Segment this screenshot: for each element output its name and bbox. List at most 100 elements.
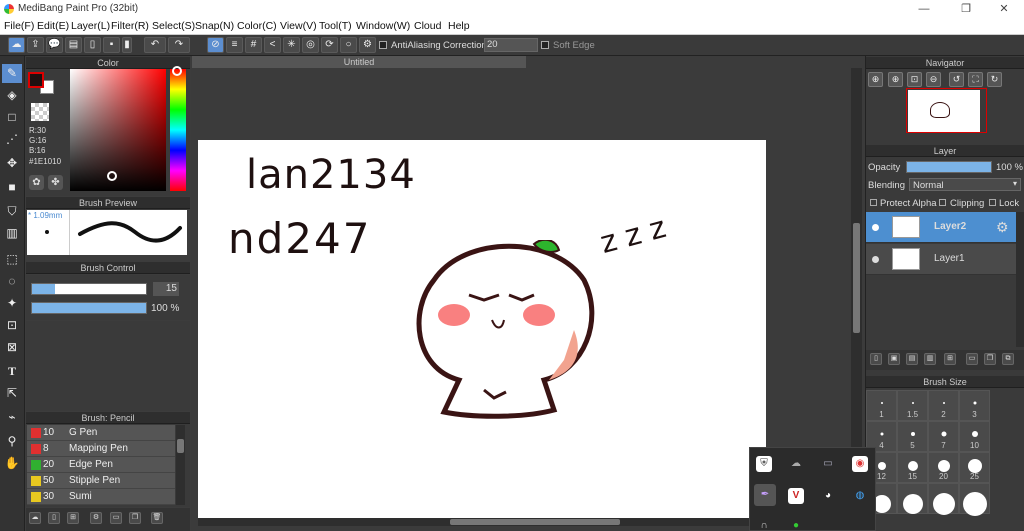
menu-tool[interactable]: Tool(T): [319, 20, 352, 32]
menu-layer[interactable]: Layer(L): [71, 20, 110, 32]
brush-size-cell[interactable]: 2: [928, 390, 959, 421]
brush-size-cell[interactable]: 10: [959, 421, 990, 452]
menu-snap[interactable]: Snap(N): [195, 20, 234, 32]
fill-rect-tool-icon[interactable]: ■: [2, 178, 22, 197]
brush-size-cell[interactable]: 20: [928, 452, 959, 483]
select-rect-tool-icon[interactable]: ⬚: [2, 250, 22, 269]
layer-row-layer2[interactable]: Layer2 ⚙: [866, 212, 1016, 243]
layer-row-layer1[interactable]: Layer1: [866, 244, 1016, 275]
circle-snap-icon[interactable]: ◎: [302, 37, 319, 53]
magic-wand-tool-icon[interactable]: ✦: [2, 294, 22, 313]
brush-list-scroll-thumb[interactable]: [177, 439, 184, 453]
zoom-in-alt-icon[interactable]: ⊕: [888, 72, 903, 87]
layer-add-menu-icon[interactable]: ⊞: [944, 353, 956, 365]
divide-tool-icon[interactable]: ⌁: [2, 408, 22, 427]
layer-list-scrollbar[interactable]: [1016, 212, 1024, 347]
hue-slider[interactable]: [170, 69, 186, 191]
zoom-in-icon[interactable]: ⊕: [868, 72, 883, 87]
hand-tool-icon[interactable]: ✋: [2, 454, 22, 473]
brush-add-icon[interactable]: ⊞: [67, 512, 79, 524]
eyedropper-tool-icon[interactable]: ⚲: [2, 432, 22, 451]
brush-item[interactable]: 50 Stipple Pen: [27, 473, 175, 489]
layer-visibility-icon[interactable]: [872, 224, 879, 231]
brush-copy-icon[interactable]: ❐: [129, 512, 141, 524]
brush-delete-icon[interactable]: 🗑: [151, 512, 163, 524]
menu-view[interactable]: View(V): [280, 20, 317, 32]
restore-button[interactable]: ❐: [946, 0, 986, 18]
brush-item[interactable]: 20 Edge Pen: [27, 457, 175, 473]
app-badge-icon[interactable]: ◉: [852, 456, 868, 472]
brush-item[interactable]: 30 Sumi: [27, 489, 175, 505]
brush-size-slider[interactable]: [31, 283, 147, 295]
blending-select[interactable]: Normal ▾: [909, 178, 1021, 191]
headset-icon[interactable]: ∩: [756, 518, 772, 531]
saturation-value-picker[interactable]: [70, 69, 166, 191]
document-tab[interactable]: Untitled: [192, 56, 526, 68]
radial-snap-icon[interactable]: ✳: [283, 37, 300, 53]
duplicate-layer-icon[interactable]: ❐: [984, 353, 996, 365]
rotate-left-icon[interactable]: ↺: [949, 72, 964, 87]
cloud-sync-icon[interactable]: ☁: [788, 456, 804, 472]
correction-input[interactable]: 20: [484, 38, 538, 52]
brush-size-cell[interactable]: 3: [959, 390, 990, 421]
brush-size-cell[interactable]: [897, 483, 928, 514]
menu-window[interactable]: Window(W): [356, 20, 410, 32]
brush-list-scrollbar[interactable]: [176, 425, 185, 505]
brush-size-cell[interactable]: [959, 483, 990, 516]
brush-new-icon[interactable]: ▯: [48, 512, 60, 524]
lock-checkbox[interactable]: [989, 199, 996, 206]
comment-icon[interactable]: 💬: [46, 37, 63, 53]
brush-settings-icon[interactable]: ⚙: [90, 512, 102, 524]
brush-size-cell[interactable]: 7: [928, 421, 959, 452]
monitor-icon[interactable]: ▭: [820, 456, 836, 472]
navigator-viewport-frame[interactable]: [906, 88, 987, 133]
menu-help[interactable]: Help: [448, 20, 470, 32]
dot-tool-icon[interactable]: ⋰: [2, 130, 22, 149]
more-icon[interactable]: ▮: [122, 37, 132, 53]
menu-filter[interactable]: Filter(R): [111, 20, 149, 32]
menu-file[interactable]: File(F): [4, 20, 34, 32]
menu-select[interactable]: Select(S): [152, 20, 195, 32]
brush-size-value[interactable]: 15: [153, 282, 179, 296]
save-icon[interactable]: ▪: [103, 37, 120, 53]
grid-snap-icon[interactable]: #: [245, 37, 262, 53]
foreground-color-swatch[interactable]: [28, 72, 44, 88]
brush-size-cell[interactable]: 1: [866, 390, 897, 421]
transparent-color-swatch[interactable]: [31, 103, 49, 121]
cloud-icon[interactable]: ☁: [8, 37, 25, 53]
note-icon[interactable]: ▤: [65, 37, 82, 53]
rotate-right-icon[interactable]: ↻: [987, 72, 1002, 87]
perspective-snap-icon[interactable]: <: [264, 37, 281, 53]
pen-tablet-icon[interactable]: ✒: [754, 484, 776, 506]
brush-size-cell[interactable]: 1.5: [897, 390, 928, 421]
brush-size-cell[interactable]: [928, 483, 959, 515]
brush-cloud-icon[interactable]: ☁: [29, 512, 41, 524]
ellipse-snap-icon[interactable]: ○: [340, 37, 357, 53]
snap-settings-icon[interactable]: ⚙: [359, 37, 376, 53]
operation-tool-icon[interactable]: ⇱: [2, 384, 22, 403]
text-tool-icon[interactable]: T: [2, 362, 22, 381]
parallel-snap-icon[interactable]: ≡: [226, 37, 243, 53]
canvas-vertical-scroll-thumb[interactable]: [853, 223, 860, 333]
layer-opacity-slider[interactable]: [906, 161, 992, 173]
fit-screen-icon[interactable]: ⛶: [968, 72, 983, 87]
menu-edit[interactable]: Edit(E): [37, 20, 69, 32]
brush-folder-icon[interactable]: ▭: [110, 512, 122, 524]
drawing-canvas[interactable]: lan2134 nd247 z z z: [198, 140, 766, 520]
redo-icon[interactable]: ↷: [168, 37, 190, 53]
fit-icon[interactable]: ⊡: [907, 72, 922, 87]
brush-item[interactable]: 8 Mapping Pen: [27, 441, 175, 457]
soft-edge-checkbox[interactable]: [541, 41, 549, 49]
snap-off-icon[interactable]: ⊘: [207, 37, 224, 53]
clipping-checkbox[interactable]: [939, 199, 946, 206]
move-tool-icon[interactable]: ✥: [2, 154, 22, 173]
menu-cloud[interactable]: Cloud: [414, 20, 441, 32]
layer-visibility-icon[interactable]: [872, 256, 879, 263]
brush-size-cell[interactable]: 15: [897, 452, 928, 483]
canvas-horizontal-scroll-thumb[interactable]: [450, 519, 620, 525]
undo-icon[interactable]: ↶: [144, 37, 166, 53]
zoom-out-icon[interactable]: ⊖: [926, 72, 941, 87]
close-button[interactable]: ✕: [984, 0, 1024, 18]
vivaldi-icon[interactable]: V: [788, 488, 804, 504]
color-picker-cursor[interactable]: [107, 171, 117, 181]
